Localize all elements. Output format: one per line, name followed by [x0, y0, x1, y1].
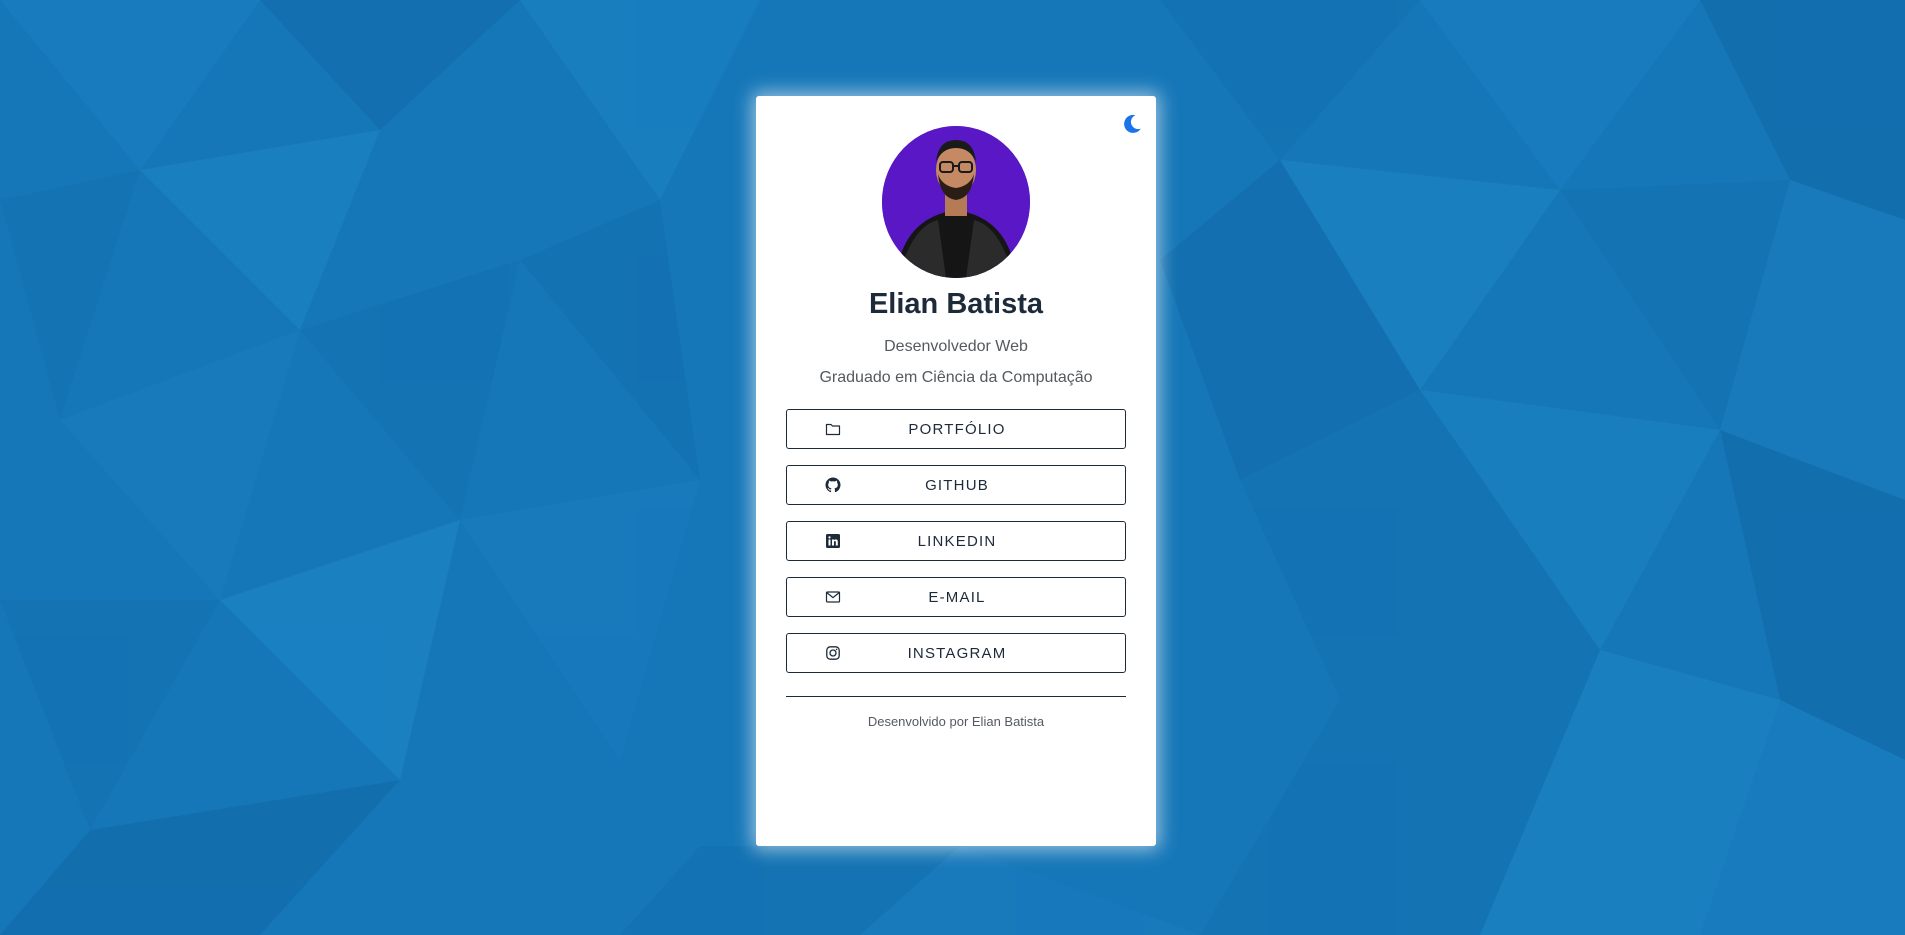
- linkedin-button[interactable]: LINKEDIN: [786, 521, 1126, 561]
- portfolio-button[interactable]: PORTFÓLIO: [786, 409, 1126, 449]
- linkedin-label: LINKEDIN: [917, 533, 997, 550]
- portfolio-label: PORTFÓLIO: [908, 421, 1006, 438]
- links-list: PORTFÓLIO GITHUB LINKEDIN E-MAIL INSTAGR…: [786, 409, 1126, 689]
- instagram-button[interactable]: INSTAGRAM: [786, 633, 1126, 673]
- github-button[interactable]: GITHUB: [786, 465, 1126, 505]
- dark-mode-toggle[interactable]: [1120, 112, 1144, 136]
- footer-credit: Desenvolvido por Elian Batista: [867, 714, 1045, 729]
- profile-photo: [882, 126, 1030, 278]
- profile-name: Elian Batista: [868, 288, 1044, 320]
- github-label: GITHUB: [925, 477, 989, 494]
- profile-card: Elian Batista Desenvolvedor Web Graduado…: [756, 96, 1156, 846]
- divider: [786, 696, 1126, 697]
- avatar: [882, 126, 1030, 278]
- profile-education: Graduado em Ciência da Computação: [819, 369, 1093, 386]
- moon-icon: [1124, 114, 1141, 133]
- profile-role: Desenvolvedor Web: [884, 338, 1028, 355]
- email-label: E-MAIL: [928, 589, 986, 606]
- email-button[interactable]: E-MAIL: [786, 577, 1126, 617]
- instagram-label: INSTAGRAM: [907, 645, 1007, 662]
